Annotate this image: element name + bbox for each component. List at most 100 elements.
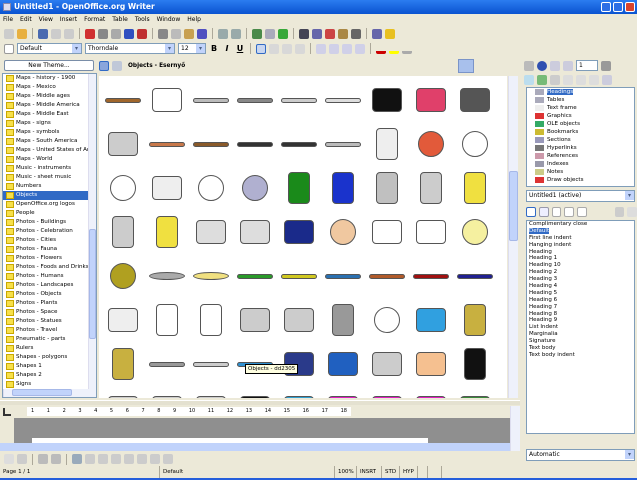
align-center-icon[interactable] bbox=[269, 43, 279, 54]
theme-item[interactable]: Shapes 1 bbox=[3, 362, 89, 371]
redo-icon[interactable] bbox=[231, 28, 241, 39]
navigator-item[interactable]: Text frame bbox=[527, 104, 634, 112]
style-item[interactable]: Heading 6 bbox=[527, 297, 634, 304]
gallery-item[interactable] bbox=[321, 122, 365, 166]
gallery-item[interactable] bbox=[277, 166, 321, 210]
italic-button[interactable]: I bbox=[222, 44, 232, 54]
justify-icon[interactable] bbox=[295, 43, 305, 54]
list-styles-icon[interactable] bbox=[577, 206, 588, 217]
styles-list[interactable]: Complimentary close Default First line ind… bbox=[526, 220, 635, 434]
styles-formatting-icon[interactable] bbox=[4, 43, 14, 54]
gallery-item[interactable] bbox=[189, 210, 233, 254]
gallery-item[interactable] bbox=[321, 210, 365, 254]
close-window-button[interactable] bbox=[625, 2, 635, 12]
gallery-item[interactable] bbox=[321, 166, 365, 210]
edit-contour-icon[interactable] bbox=[72, 454, 82, 464]
scroll-thumb[interactable] bbox=[12, 389, 72, 396]
gallery-item[interactable] bbox=[409, 298, 453, 342]
chevron-down-icon[interactable]: ▾ bbox=[72, 44, 81, 53]
style-item[interactable]: Hanging indent bbox=[527, 242, 634, 249]
gallery-item[interactable] bbox=[101, 342, 145, 386]
navigation-icon[interactable] bbox=[537, 60, 547, 71]
gallery-item[interactable] bbox=[409, 166, 453, 210]
style-item[interactable]: Heading 1 bbox=[527, 255, 634, 262]
gallery-item[interactable] bbox=[145, 386, 189, 398]
navigator-item[interactable]: Sections bbox=[527, 136, 634, 144]
navigator-item[interactable]: References bbox=[527, 152, 634, 160]
theme-item[interactable]: Photos - Space bbox=[3, 308, 89, 317]
gallery-toggle-button[interactable] bbox=[458, 59, 474, 73]
gallery-item[interactable] bbox=[453, 122, 497, 166]
style-item[interactable]: Signature bbox=[527, 338, 634, 345]
detailed-view-button[interactable] bbox=[112, 61, 122, 71]
underline-button[interactable]: U bbox=[235, 44, 245, 54]
gallery-scrollbar[interactable] bbox=[508, 76, 518, 398]
new-icon[interactable] bbox=[4, 28, 14, 39]
show-draw-icon[interactable] bbox=[278, 28, 288, 39]
export-pdf-icon[interactable] bbox=[85, 28, 95, 39]
style-item[interactable]: Heading 2 bbox=[527, 269, 634, 276]
spellcheck-icon[interactable] bbox=[124, 28, 134, 39]
footer-icon[interactable] bbox=[576, 74, 586, 85]
wrap-through-icon[interactable] bbox=[51, 454, 61, 464]
gallery-item[interactable] bbox=[145, 166, 189, 210]
theme-item[interactable]: Objects bbox=[3, 191, 89, 200]
gallery-item[interactable] bbox=[101, 254, 145, 298]
gallery-item[interactable] bbox=[277, 298, 321, 342]
theme-item[interactable]: Music - instruments bbox=[3, 164, 89, 173]
menu-tools[interactable]: Tools bbox=[135, 16, 150, 23]
style-item[interactable]: First line indent bbox=[527, 235, 634, 242]
toggle-icon[interactable] bbox=[524, 60, 534, 71]
gallery-item[interactable] bbox=[101, 166, 145, 210]
menu-help[interactable]: Help bbox=[187, 16, 201, 23]
gallery-item[interactable] bbox=[233, 166, 277, 210]
theme-item[interactable]: Photos - Plants bbox=[3, 299, 89, 308]
gallery-item[interactable] bbox=[453, 298, 497, 342]
icon-view-button[interactable] bbox=[99, 61, 109, 71]
gallery-item[interactable] bbox=[365, 254, 409, 298]
drag-mode-icon[interactable] bbox=[601, 60, 611, 71]
gallery-grid[interactable] bbox=[99, 76, 507, 398]
highlight-icon[interactable] bbox=[389, 43, 399, 54]
gallery-item[interactable] bbox=[277, 78, 321, 122]
gallery-item[interactable] bbox=[277, 122, 321, 166]
document-vscrollbar[interactable] bbox=[510, 406, 520, 451]
navigator-item[interactable]: Tables bbox=[527, 96, 634, 104]
gallery-item[interactable] bbox=[409, 122, 453, 166]
style-item[interactable]: Heading 7 bbox=[527, 304, 634, 311]
datasources-icon[interactable] bbox=[338, 28, 348, 39]
navigator-item[interactable]: Bookmarks bbox=[527, 128, 634, 136]
chevron-down-icon[interactable]: ▾ bbox=[165, 44, 174, 53]
style-item[interactable]: Marginalia bbox=[527, 331, 634, 338]
gallery-item[interactable] bbox=[233, 210, 277, 254]
gallery-item[interactable] bbox=[365, 342, 409, 386]
gallery-item[interactable] bbox=[189, 254, 233, 298]
gallery-item[interactable] bbox=[101, 298, 145, 342]
chevron-down-icon[interactable]: ▾ bbox=[196, 44, 205, 53]
gallery-item[interactable] bbox=[145, 210, 189, 254]
theme-item[interactable]: Maps - symbols bbox=[3, 128, 89, 137]
format-paintbrush-icon[interactable] bbox=[197, 28, 207, 39]
navigator-item[interactable]: Indexes bbox=[527, 160, 634, 168]
theme-item[interactable]: Numbers bbox=[3, 182, 89, 191]
menu-file[interactable]: File bbox=[3, 16, 13, 23]
navigator-item[interactable]: Headings bbox=[527, 88, 634, 96]
autospell-icon[interactable] bbox=[137, 28, 147, 39]
gallery-item[interactable] bbox=[365, 298, 409, 342]
theme-item[interactable]: Photos - Flowers bbox=[3, 254, 89, 263]
theme-item[interactable]: Maps - United States of Amer bbox=[3, 146, 96, 155]
style-item[interactable]: Text body indent bbox=[527, 352, 634, 359]
theme-item[interactable]: Photos - Travel bbox=[3, 326, 89, 335]
gallery-item[interactable] bbox=[321, 254, 365, 298]
style-item[interactable]: Heading 5 bbox=[527, 290, 634, 297]
paragraph-style-select[interactable]: Default ▾ bbox=[17, 43, 82, 54]
maximize-button[interactable] bbox=[613, 2, 623, 12]
next-icon[interactable] bbox=[563, 60, 573, 71]
theme-item[interactable]: Maps - history - 1900 bbox=[3, 74, 89, 83]
theme-item[interactable]: Photos - Landscapes bbox=[3, 281, 89, 290]
arrange-icon[interactable] bbox=[98, 454, 108, 464]
save-icon[interactable] bbox=[38, 28, 48, 39]
gallery-item[interactable] bbox=[233, 386, 277, 398]
zoom-icon[interactable] bbox=[372, 28, 382, 39]
theme-item[interactable]: Maps - South America bbox=[3, 137, 89, 146]
